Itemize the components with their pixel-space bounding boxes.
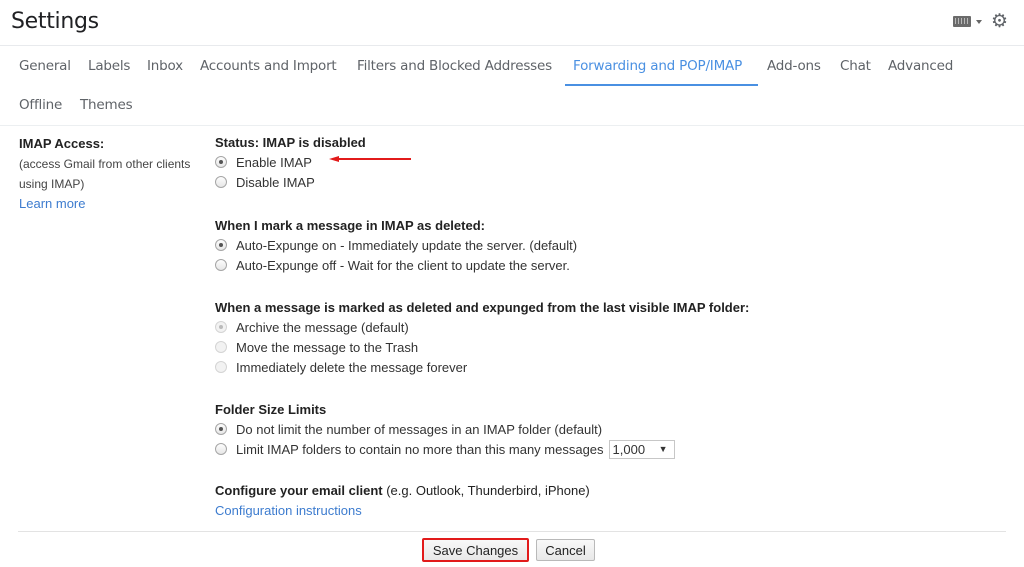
auto-expunge-off-option[interactable]: Auto-Expunge off - Wait for the client t… bbox=[215, 255, 1005, 275]
imap-settings-panel: Status: IMAP is disabled Enable IMAP Dis… bbox=[215, 134, 1005, 522]
folder-limit-value: 1,000 bbox=[612, 441, 646, 457]
footer-divider bbox=[18, 531, 1006, 532]
delete-forever-option[interactable]: Immediately delete the message forever bbox=[215, 357, 1005, 377]
folder-size-limits-title: Folder Size Limits bbox=[215, 402, 327, 417]
limit-folders-radio[interactable] bbox=[215, 443, 227, 455]
tabs-divider bbox=[0, 125, 1024, 126]
cancel-button[interactable]: Cancel bbox=[536, 539, 595, 561]
no-folder-limit-option[interactable]: Do not limit the number of messages in a… bbox=[215, 419, 1005, 439]
delete-forever-radio[interactable] bbox=[215, 361, 227, 373]
auto-expunge-off-radio[interactable] bbox=[215, 259, 227, 271]
configure-client-row: Configure your email client (e.g. Outloo… bbox=[215, 482, 1005, 500]
caret-down-icon[interactable] bbox=[975, 19, 982, 24]
auto-expunge-off-label: Auto-Expunge off - Wait for the client t… bbox=[236, 257, 570, 273]
active-tab-indicator bbox=[565, 84, 758, 86]
tab-general[interactable]: General bbox=[19, 58, 71, 74]
expunged-behavior-title: When a message is marked as deleted and … bbox=[215, 300, 750, 315]
auto-expunge-on-radio[interactable] bbox=[215, 239, 227, 251]
no-folder-limit-label: Do not limit the number of messages in a… bbox=[236, 421, 603, 437]
move-to-trash-radio[interactable] bbox=[215, 341, 227, 353]
tab-filters-and-blocked-addresses[interactable]: Filters and Blocked Addresses bbox=[357, 58, 552, 74]
configure-client-hint: (e.g. Outlook, Thunderbird, iPhone) bbox=[382, 483, 590, 498]
auto-expunge-on-label: Auto-Expunge on - Immediately update the… bbox=[236, 237, 578, 253]
limit-folders-label: Limit IMAP folders to contain no more th… bbox=[236, 441, 604, 457]
tab-offline[interactable]: Offline bbox=[19, 97, 62, 113]
imap-status-title: Status: IMAP is disabled bbox=[215, 135, 366, 150]
header-icons: ⚙ bbox=[952, 12, 1008, 31]
imap-access-description-1: (access Gmail from other clients bbox=[19, 157, 191, 171]
imap-access-label-column: IMAP Access: (access Gmail from other cl… bbox=[19, 134, 204, 214]
limit-folders-option[interactable]: Limit IMAP folders to contain no more th… bbox=[215, 439, 1005, 459]
tab-advanced[interactable]: Advanced bbox=[888, 58, 953, 74]
enable-imap-label: Enable IMAP bbox=[236, 154, 312, 170]
learn-more-link[interactable]: Learn more bbox=[19, 194, 204, 214]
dropdown-arrow-icon: ▼ bbox=[658, 444, 668, 454]
disable-imap-option[interactable]: Disable IMAP bbox=[215, 172, 1005, 192]
tab-themes[interactable]: Themes bbox=[80, 97, 133, 113]
gear-icon[interactable]: ⚙ bbox=[991, 12, 1008, 31]
tab-inbox[interactable]: Inbox bbox=[147, 58, 183, 74]
move-to-trash-label: Move the message to the Trash bbox=[236, 339, 419, 355]
disable-imap-label: Disable IMAP bbox=[236, 174, 315, 190]
imap-access-label: IMAP Access: bbox=[19, 136, 105, 151]
annotation-arrow-icon bbox=[329, 156, 411, 162]
tab-accounts-and-import[interactable]: Accounts and Import bbox=[200, 58, 337, 74]
tab-forwarding-and-pop-imap[interactable]: Forwarding and POP/IMAP bbox=[573, 58, 742, 74]
tab-add-ons[interactable]: Add-ons bbox=[767, 58, 821, 74]
move-to-trash-option[interactable]: Move the message to the Trash bbox=[215, 337, 1005, 357]
no-folder-limit-radio[interactable] bbox=[215, 423, 227, 435]
imap-access-description-2: using IMAP) bbox=[19, 177, 85, 191]
page-title: Settings bbox=[11, 9, 99, 34]
configuration-instructions-link[interactable]: Configuration instructions bbox=[215, 500, 1005, 522]
archive-message-radio[interactable] bbox=[215, 321, 227, 333]
deleted-behavior-title: When I mark a message in IMAP as deleted… bbox=[215, 218, 485, 233]
disable-imap-radio[interactable] bbox=[215, 176, 227, 188]
tab-labels[interactable]: Labels bbox=[88, 58, 130, 74]
configure-client-title: Configure your email client bbox=[215, 483, 383, 498]
auto-expunge-on-option[interactable]: Auto-Expunge on - Immediately update the… bbox=[215, 235, 1005, 255]
archive-message-label: Archive the message (default) bbox=[236, 319, 409, 335]
save-changes-button[interactable]: Save Changes bbox=[422, 538, 529, 562]
settings-header: Settings ⚙ bbox=[0, 0, 1024, 46]
keyboard-icon[interactable] bbox=[952, 16, 971, 27]
enable-imap-option[interactable]: Enable IMAP bbox=[215, 152, 1005, 172]
enable-imap-radio[interactable] bbox=[215, 156, 227, 168]
delete-forever-label: Immediately delete the message forever bbox=[236, 359, 468, 375]
tab-chat[interactable]: Chat bbox=[840, 58, 871, 74]
archive-message-option[interactable]: Archive the message (default) bbox=[215, 317, 1005, 337]
folder-limit-select[interactable]: 1,000 ▼ bbox=[608, 439, 675, 459]
